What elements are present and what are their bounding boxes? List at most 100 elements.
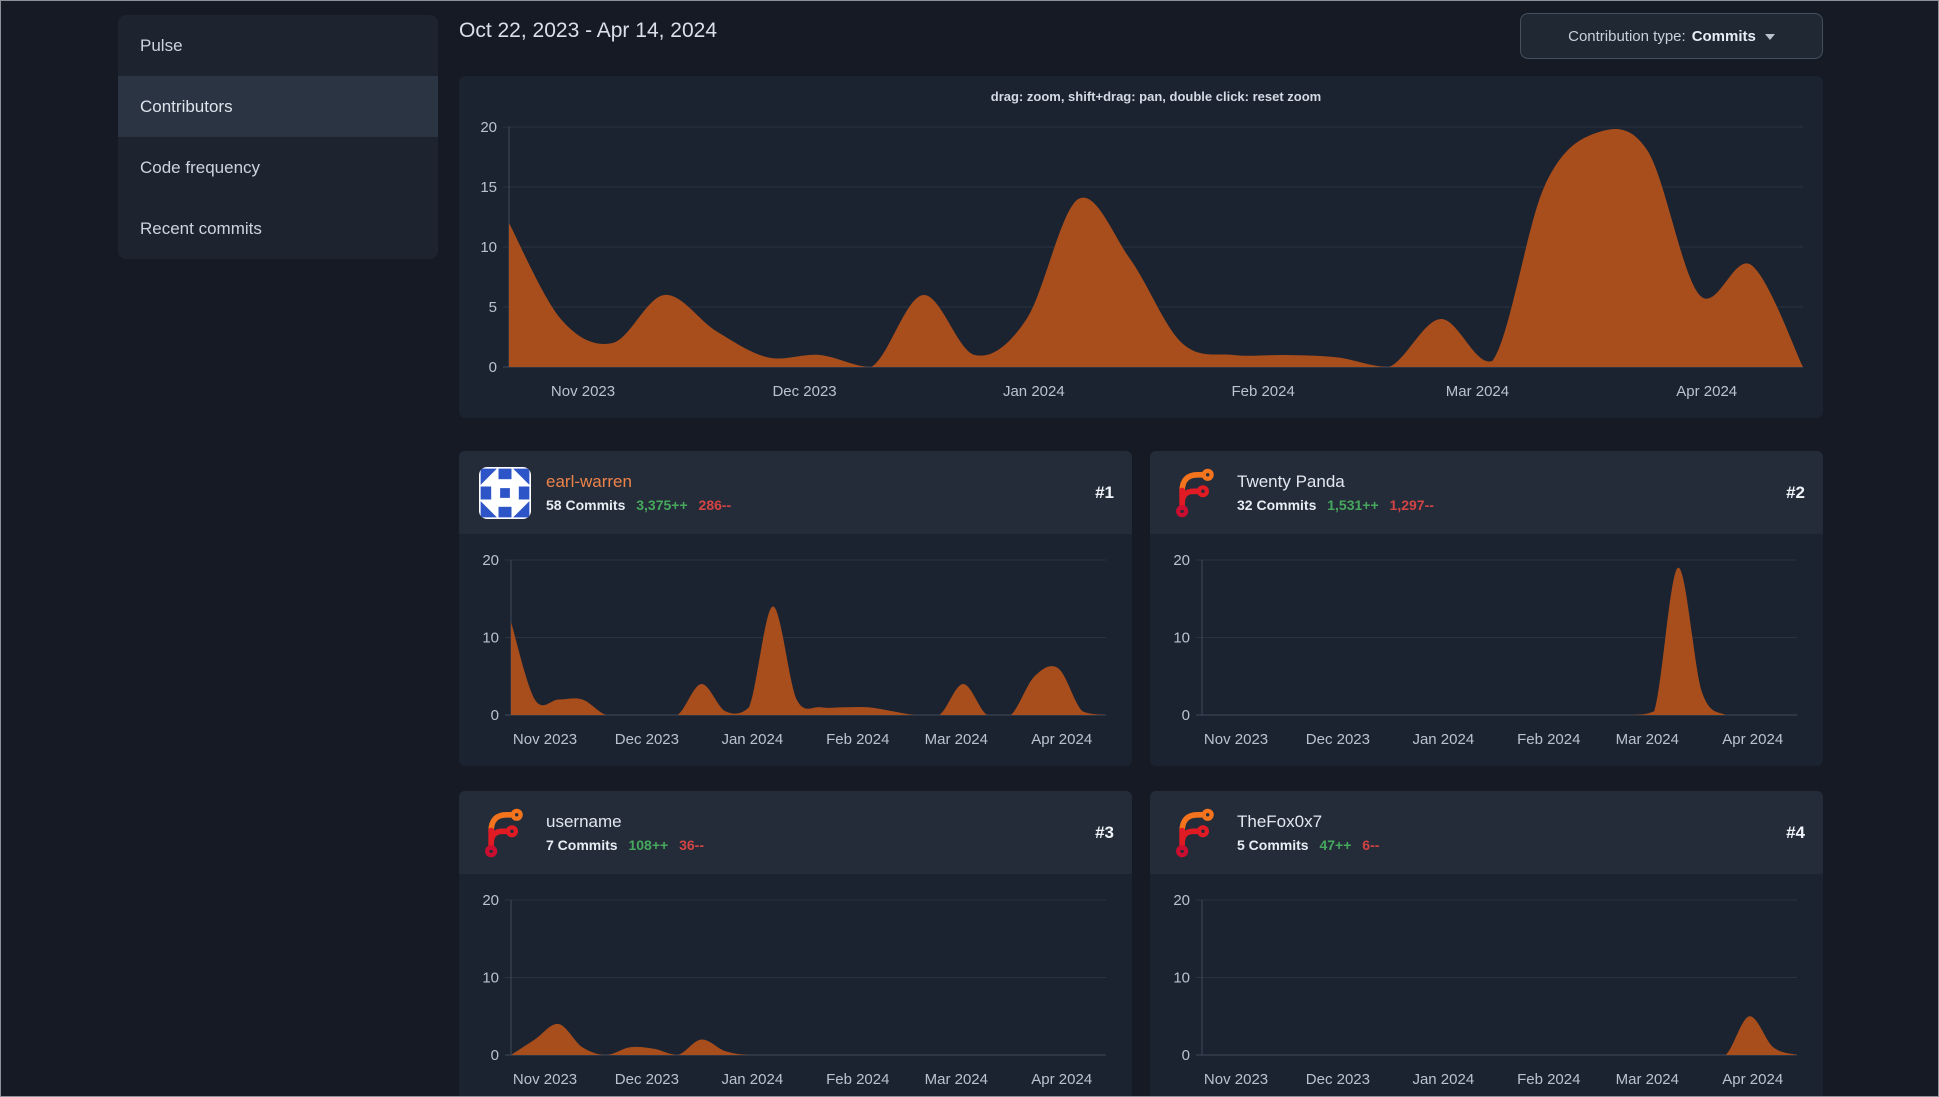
contributor-identity: earl-warren 58 Commits 3,375++ 286-- [546, 472, 1080, 513]
forgejo-logo-avatar[interactable] [1170, 807, 1222, 859]
contributor-stats: 7 Commits 108++ 36-- [546, 837, 1080, 853]
contributor-card-header: Twenty Panda 32 Commits 1,531++ 1,297-- … [1150, 451, 1823, 534]
contribution-type-value: Commits [1691, 27, 1756, 45]
forgejo-logo-avatar[interactable] [479, 807, 531, 859]
overall-commits-area-chart[interactable]: 0 5 10 15 20 Nov 2023 Dec 2023 Jan 2024 Feb 2024… [459, 76, 1823, 418]
repo-activity-contributors-page: Pulse Contributors Code frequency Recent… [0, 0, 1939, 1097]
activity-nav-menu: Pulse Contributors Code frequency Recent… [118, 15, 438, 259]
svg-text:Dec 2023: Dec 2023 [615, 1071, 679, 1088]
svg-text:0: 0 [489, 359, 497, 376]
contributor-commits-area-chart[interactable]: 0 10 20 Nov 2023 Dec 2023 Jan 2024 Feb 2024 Mar… [1150, 534, 1823, 766]
svg-text:10: 10 [482, 970, 499, 987]
rank-badge: #1 [1095, 482, 1114, 502]
commit-count: 5 Commits [1237, 837, 1309, 853]
deletions-count: 6-- [1362, 837, 1380, 853]
overall-commits-chart-panel: drag: zoom, shift+drag: pan, double clic… [459, 76, 1823, 418]
svg-text:Mar 2024: Mar 2024 [925, 731, 988, 748]
svg-text:0: 0 [1182, 1047, 1190, 1064]
additions-count: 3,375++ [636, 497, 688, 513]
contributor-card-header: earl-warren 58 Commits 3,375++ 286-- #1 [459, 451, 1132, 534]
identicon-avatar[interactable] [479, 466, 531, 519]
commit-count: 58 Commits [546, 497, 626, 513]
deletions-count: 36-- [679, 837, 704, 853]
svg-text:Apr 2024: Apr 2024 [1031, 1071, 1092, 1088]
svg-text:Feb 2024: Feb 2024 [1517, 731, 1580, 748]
svg-text:Feb 2024: Feb 2024 [1517, 1071, 1580, 1088]
svg-text:Jan 2024: Jan 2024 [1412, 731, 1474, 748]
contributor-stats: 5 Commits 47++ 6-- [1237, 837, 1771, 853]
contribution-type-dropdown[interactable]: Contribution type: Commits [1520, 13, 1823, 59]
svg-text:Dec 2023: Dec 2023 [1306, 731, 1370, 748]
svg-text:Jan 2024: Jan 2024 [1412, 1071, 1474, 1088]
svg-text:Dec 2023: Dec 2023 [615, 731, 679, 748]
svg-text:15: 15 [480, 179, 497, 196]
svg-text:10: 10 [480, 239, 497, 256]
contributor-name-link[interactable]: TheFox0x7 [1237, 812, 1771, 832]
contributor-name-link[interactable]: earl-warren [546, 472, 1080, 492]
svg-text:Nov 2023: Nov 2023 [551, 383, 615, 400]
contributor-stats: 58 Commits 3,375++ 286-- [546, 497, 1080, 513]
svg-text:5: 5 [489, 299, 497, 316]
contributor-identity: TheFox0x7 5 Commits 47++ 6-- [1237, 812, 1771, 853]
svg-text:Nov 2023: Nov 2023 [1204, 731, 1268, 748]
svg-text:Mar 2024: Mar 2024 [1616, 731, 1679, 748]
svg-text:20: 20 [1173, 552, 1190, 569]
svg-text:20: 20 [482, 892, 499, 909]
deletions-count: 286-- [698, 497, 732, 513]
svg-text:0: 0 [491, 1047, 499, 1064]
contributor-commits-area-chart[interactable]: 0 10 20 Nov 2023 Dec 2023 Jan 2024 Feb 2024 Mar… [1150, 874, 1823, 1097]
contributor-name-link[interactable]: Twenty Panda [1237, 472, 1771, 492]
contributor-card-4: TheFox0x7 5 Commits 47++ 6-- #4 0 10 20 Nov… [1150, 791, 1823, 1097]
svg-text:Dec 2023: Dec 2023 [772, 383, 836, 400]
contributor-chart-area: 0 10 20 Nov 2023 Dec 2023 Jan 2024 Feb 2024 Mar… [1150, 874, 1823, 1097]
rank-badge: #3 [1095, 822, 1114, 842]
additions-count: 47++ [1319, 837, 1352, 853]
contributor-commits-area-chart[interactable]: 0 10 20 Nov 2023 Dec 2023 Jan 2024 Feb 2024 Mar… [459, 534, 1132, 766]
contributor-identity: username 7 Commits 108++ 36-- [546, 812, 1080, 853]
forgejo-logo-avatar[interactable] [1170, 467, 1222, 519]
svg-text:10: 10 [482, 630, 499, 647]
svg-text:Feb 2024: Feb 2024 [826, 731, 889, 748]
contributor-commits-area-chart[interactable]: 0 10 20 Nov 2023 Dec 2023 Jan 2024 Feb 2024 Mar… [459, 874, 1132, 1097]
nav-item-recent-commits[interactable]: Recent commits [118, 198, 438, 259]
chevron-down-icon [1764, 34, 1775, 40]
svg-text:Nov 2023: Nov 2023 [1204, 1071, 1268, 1088]
contribution-type-label: Contribution type: [1568, 27, 1686, 45]
svg-text:Nov 2023: Nov 2023 [513, 731, 577, 748]
nav-item-code-frequency[interactable]: Code frequency [118, 137, 438, 198]
nav-item-contributors[interactable]: Contributors [118, 76, 438, 137]
nav-item-pulse[interactable]: Pulse [118, 15, 438, 76]
svg-text:20: 20 [482, 552, 499, 569]
additions-count: 108++ [628, 837, 669, 853]
contributor-card-1: earl-warren 58 Commits 3,375++ 286-- #1 … [459, 451, 1132, 766]
rank-badge: #2 [1786, 482, 1805, 502]
contributor-identity: Twenty Panda 32 Commits 1,531++ 1,297-- [1237, 472, 1771, 513]
contributor-stats: 32 Commits 1,531++ 1,297-- [1237, 497, 1771, 513]
svg-text:Feb 2024: Feb 2024 [1231, 383, 1294, 400]
svg-text:Apr 2024: Apr 2024 [1676, 383, 1737, 400]
commit-count: 32 Commits [1237, 497, 1317, 513]
svg-text:Jan 2024: Jan 2024 [721, 731, 783, 748]
contributor-name-link[interactable]: username [546, 812, 1080, 832]
svg-text:Mar 2024: Mar 2024 [925, 1071, 988, 1088]
rank-badge: #4 [1786, 822, 1805, 842]
svg-text:Apr 2024: Apr 2024 [1722, 731, 1783, 748]
contributor-card-header: username 7 Commits 108++ 36-- #3 [459, 791, 1132, 874]
svg-text:Feb 2024: Feb 2024 [826, 1071, 889, 1088]
svg-text:10: 10 [1173, 970, 1190, 987]
svg-text:Nov 2023: Nov 2023 [513, 1071, 577, 1088]
svg-text:Apr 2024: Apr 2024 [1031, 731, 1092, 748]
svg-text:Mar 2024: Mar 2024 [1446, 383, 1509, 400]
svg-text:20: 20 [480, 119, 497, 136]
contributor-card-2: Twenty Panda 32 Commits 1,531++ 1,297-- … [1150, 451, 1823, 766]
svg-text:Dec 2023: Dec 2023 [1306, 1071, 1370, 1088]
svg-text:Jan 2024: Jan 2024 [721, 1071, 783, 1088]
contributor-card-header: TheFox0x7 5 Commits 47++ 6-- #4 [1150, 791, 1823, 874]
additions-count: 1,531++ [1327, 497, 1379, 513]
svg-text:0: 0 [1182, 707, 1190, 724]
svg-text:Apr 2024: Apr 2024 [1722, 1071, 1783, 1088]
contributor-chart-area: 0 10 20 Nov 2023 Dec 2023 Jan 2024 Feb 2024 Mar… [459, 874, 1132, 1097]
contributor-card-3: username 7 Commits 108++ 36-- #3 0 10 20 No… [459, 791, 1132, 1097]
svg-text:Jan 2024: Jan 2024 [1003, 383, 1065, 400]
date-range-title: Oct 22, 2023 - Apr 14, 2024 [459, 19, 718, 42]
